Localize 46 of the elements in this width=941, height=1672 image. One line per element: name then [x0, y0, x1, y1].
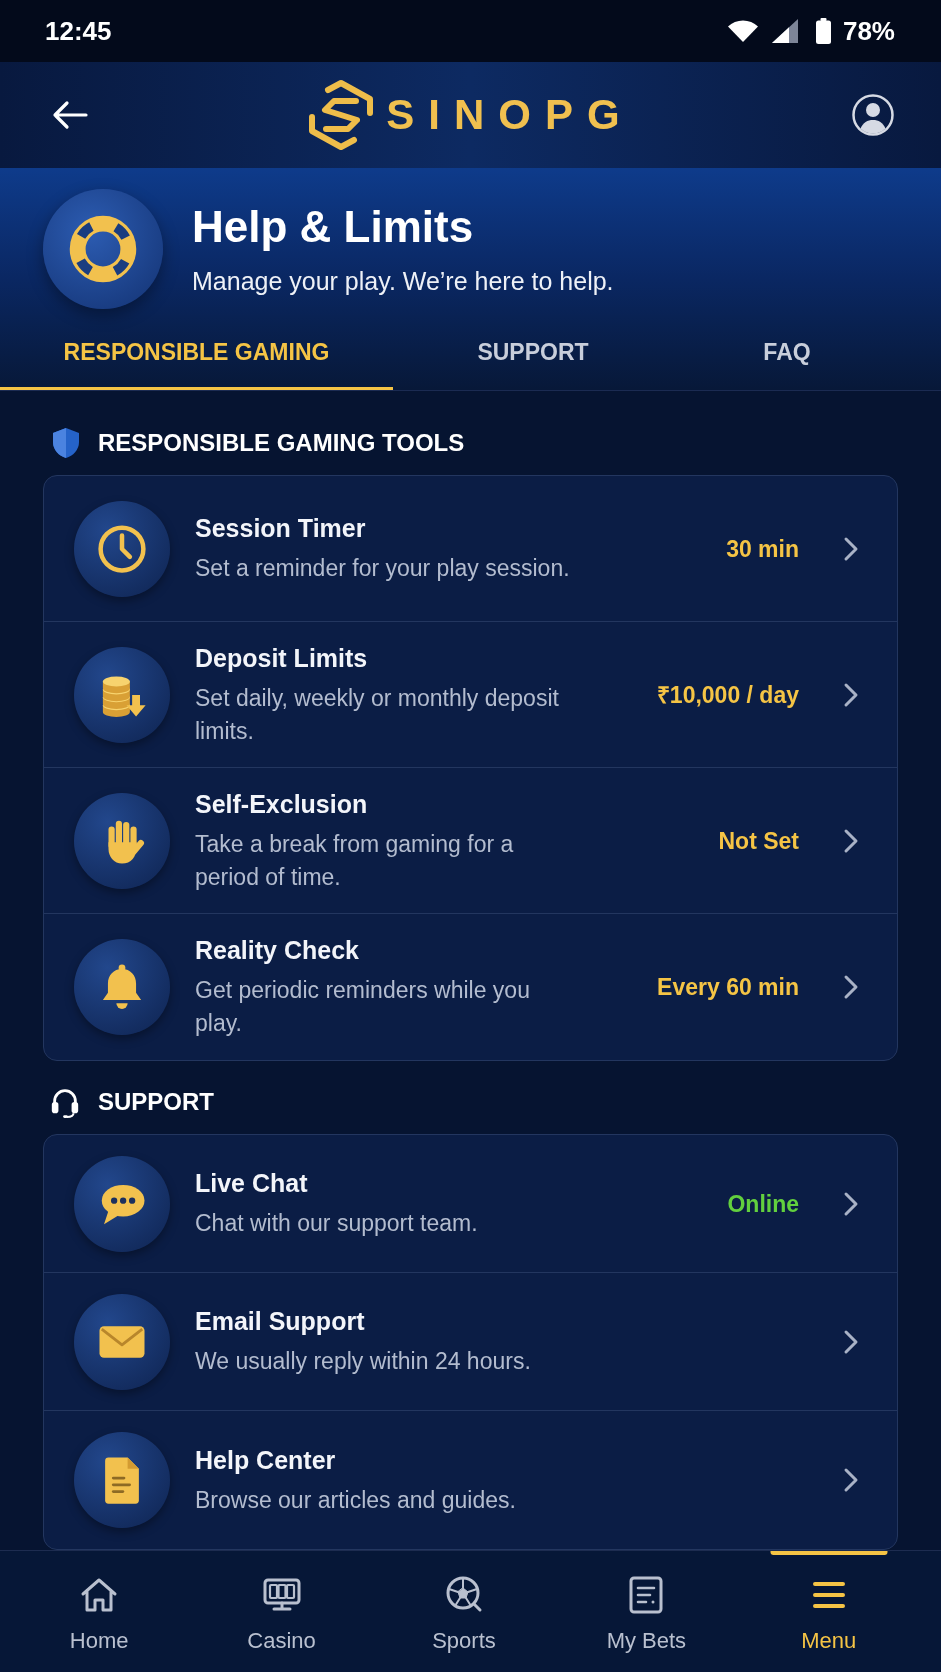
chevron-right-icon: [843, 1467, 859, 1493]
item-description: Chat with our support team.: [195, 1209, 478, 1238]
item-description: Take a break from gaming for a period of time.: [195, 829, 515, 892]
item-title: Session Timer: [195, 513, 367, 544]
item-description: Set a reminder for your play session.: [195, 554, 570, 583]
item-value: Every 60 min: [657, 973, 799, 1002]
section-heading: RESPONSIBLE GAMING TOOLS: [98, 431, 465, 455]
nav-item[interactable]: Sports: [372, 1551, 556, 1672]
item-description: Set daily, weekly or monthly deposit limits.: [195, 683, 560, 746]
page-subtitle: Manage your play. We’re here to help.: [192, 266, 614, 296]
signal-icon: [771, 19, 798, 43]
nav-item[interactable]: Menu: [737, 1551, 920, 1672]
page-title: Help & Limits: [192, 202, 475, 252]
back-arrow-icon[interactable]: [51, 100, 89, 130]
item-description: We usually reply within 24 hours.: [195, 1347, 531, 1376]
item-title: Self-Exclusion: [195, 788, 369, 820]
tab[interactable]: FAQ: [673, 318, 901, 390]
item-description: Get periodic reminders while you play.: [195, 976, 531, 1038]
item-title: Reality Check: [195, 935, 360, 966]
status-time: 12:45: [45, 18, 112, 44]
item-description: Browse our articles and guides.: [195, 1485, 516, 1515]
nav-item[interactable]: Home: [8, 1551, 191, 1672]
profile-icon[interactable]: [851, 93, 895, 137]
chevron-right-icon: [843, 827, 859, 854]
chevron-right-icon: [843, 1190, 859, 1217]
chevron-right-icon: [843, 681, 859, 708]
item-title: Live Chat: [195, 1168, 309, 1199]
item-title: Email Support: [195, 1306, 366, 1337]
shield-icon: [51, 427, 81, 459]
chevron-right-icon: [843, 1328, 859, 1355]
section-heading: SUPPORT: [98, 1090, 214, 1114]
item-value: Not Set: [718, 826, 799, 856]
chevron-right-icon: [843, 974, 859, 1000]
chevron-right-icon: [843, 535, 859, 562]
item-value: Online: [727, 1189, 799, 1219]
battery-percent: 78%: [842, 18, 895, 44]
wifi-icon: [726, 19, 759, 43]
logo-wordmark: SINOPG: [386, 94, 634, 136]
item-title: Help Center: [195, 1444, 337, 1476]
item-value: ₹10,000 / day: [656, 680, 799, 710]
nav-item[interactable]: My Bets: [555, 1551, 738, 1672]
nav-item[interactable]: Casino: [190, 1551, 373, 1672]
tab[interactable]: SUPPORT: [393, 318, 673, 390]
item-title: Deposit Limits: [195, 642, 369, 674]
battery-icon: [815, 18, 831, 44]
item-value: 30 min: [726, 534, 799, 564]
